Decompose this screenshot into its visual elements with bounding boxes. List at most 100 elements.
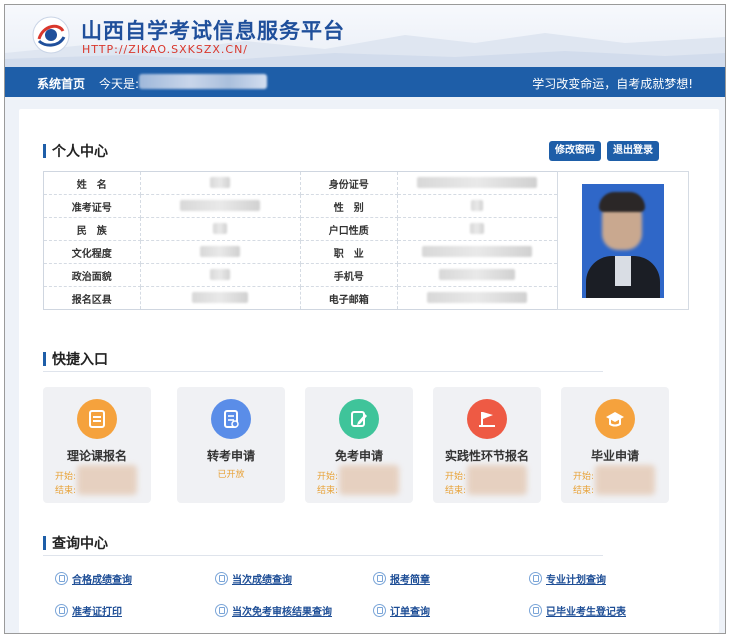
logout-button[interactable]: 退出登录 [607, 141, 659, 161]
shortcut-card-status: 已开放 [217, 470, 245, 480]
query-link-label: 当次成绩查询 [232, 575, 292, 586]
id-number-value-redacted [396, 171, 559, 195]
admission-number-label: 准考证号 [43, 194, 141, 218]
shortcut-card-title: 理论课报名 [66, 449, 127, 463]
query-link-order-query[interactable]: 订单查询 [373, 603, 430, 618]
heading-accent-bar [43, 352, 46, 366]
graduation-cap-icon [595, 399, 635, 439]
shortcut-card-graduation-application[interactable]: 毕业申请 开始: 结束: [561, 387, 669, 503]
query-link-passed-scores[interactable]: 合格成绩查询 [55, 571, 132, 586]
dates-redacted [77, 465, 137, 495]
start-label: 开始: [573, 472, 595, 482]
search-doc-icon [55, 572, 68, 585]
search-doc-icon [373, 572, 386, 585]
shortcut-card-title: 转考申请 [206, 449, 255, 463]
edit-icon [339, 399, 379, 439]
search-doc-icon [373, 604, 386, 617]
shortcuts-heading: 快捷入口 [43, 349, 108, 369]
household-type-value-redacted [396, 217, 559, 241]
query-link-graduate-registration-form[interactable]: 已毕业考生登记表 [529, 603, 626, 618]
shortcut-card-theory-registration[interactable]: 理论课报名 开始: 结束: [43, 387, 151, 503]
top-nav-bar: 系统首页 今天是: 学习改变命运，自考成就梦想! [5, 67, 725, 97]
heading-accent-bar [43, 144, 46, 158]
nav-today-label: 今天是: [99, 77, 140, 91]
dates-redacted [595, 465, 655, 495]
nav-slogan: 学习改变命运，自考成就梦想! [532, 77, 693, 91]
registration-county-value-redacted [139, 286, 302, 310]
site-url[interactable]: HTTP://ZIKAO.SXKSZX.CN/ [82, 43, 248, 56]
query-link-current-scores[interactable]: 当次成绩查询 [215, 571, 292, 586]
name-label: 姓 名 [43, 171, 141, 195]
flag-icon [467, 399, 507, 439]
search-doc-icon [215, 604, 228, 617]
political-status-value-redacted [139, 263, 302, 287]
form-icon [77, 399, 117, 439]
query-link-exam-brochure[interactable]: 报考简章 [373, 571, 430, 586]
end-label: 结束: [573, 486, 595, 496]
start-label: 开始: [55, 472, 77, 482]
query-link-label: 报考简章 [390, 575, 430, 586]
shortcut-card-exemption-application[interactable]: 免考申请 开始: 结束: [305, 387, 413, 503]
personal-center-heading: 个人中心 [43, 141, 108, 161]
query-link-label: 准考证打印 [72, 607, 122, 618]
phone-label: 手机号 [300, 263, 398, 287]
search-doc-icon [215, 572, 228, 585]
student-photo-redacted [582, 183, 665, 298]
photo-cell [557, 171, 689, 310]
shortcut-cards: 理论课报名 开始: 结束: 转考申请 已开放 免考申请 开始: 结束: 实践性环… [43, 387, 693, 503]
shortcut-card-title: 免考申请 [334, 449, 383, 463]
nav-home-link[interactable]: 系统首页 [37, 75, 85, 92]
email-label: 电子邮箱 [300, 286, 398, 310]
start-label: 开始: [317, 472, 339, 482]
section-divider [43, 371, 603, 372]
end-label: 结束: [317, 486, 339, 496]
query-link-label: 订单查询 [390, 607, 430, 618]
shortcuts-heading-text: 快捷入口 [52, 352, 108, 368]
name-value-redacted [139, 171, 302, 195]
change-password-button[interactable]: 修改密码 [549, 141, 601, 161]
occupation-value-redacted [396, 240, 559, 264]
shortcut-card-transfer-application[interactable]: 转考申请 已开放 [177, 387, 285, 503]
search-doc-icon [55, 604, 68, 617]
end-label: 结束: [55, 486, 77, 496]
query-link-label: 合格成绩查询 [72, 575, 132, 586]
education-level-label: 文化程度 [43, 240, 141, 264]
main-content-panel: 个人中心 修改密码 退出登录 姓 名 身份证号 准考证号 性 别 民 族 户口性… [19, 109, 719, 633]
registration-county-label: 报名区县 [43, 286, 141, 310]
query-link-major-plan[interactable]: 专业计划查询 [529, 571, 606, 586]
personal-center-heading-text: 个人中心 [52, 144, 108, 160]
search-doc-icon [529, 572, 542, 585]
shortcut-card-title: 实践性环节报名 [444, 449, 529, 463]
browser-frame: 山西自学考试信息服务平台 HTTP://ZIKAO.SXKSZX.CN/ 系统首… [4, 4, 726, 634]
shortcut-card-title: 毕业申请 [590, 449, 639, 463]
document-icon [211, 399, 251, 439]
gender-value-redacted [396, 194, 559, 218]
site-header: 山西自学考试信息服务平台 HTTP://ZIKAO.SXKSZX.CN/ [5, 5, 725, 67]
ethnicity-label: 民 族 [43, 217, 141, 241]
dates-redacted [339, 465, 399, 495]
heading-accent-bar [43, 536, 46, 550]
dates-redacted [467, 465, 527, 495]
end-label: 结束: [445, 486, 467, 496]
shortcut-card-practical-registration[interactable]: 实践性环节报名 开始: 结束: [433, 387, 541, 503]
phone-value-redacted [396, 263, 559, 287]
nav-date-redacted [139, 74, 267, 89]
query-center-heading-text: 查询中心 [52, 536, 108, 552]
education-level-value-redacted [139, 240, 302, 264]
query-link-admission-ticket-print[interactable]: 准考证打印 [55, 603, 122, 618]
site-logo-icon [32, 16, 70, 54]
political-status-label: 政治面貌 [43, 263, 141, 287]
search-doc-icon [529, 604, 542, 617]
occupation-label: 职 业 [300, 240, 398, 264]
gender-label: 性 别 [300, 194, 398, 218]
query-link-exemption-results[interactable]: 当次免考审核结果查询 [215, 603, 332, 618]
personal-info-table: 姓 名 身份证号 准考证号 性 别 民 族 户口性质 文化程度 职 业 政治面貌… [43, 171, 689, 310]
site-title: 山西自学考试信息服务平台 [81, 19, 345, 43]
table-row: 姓 名 身份证号 [43, 171, 689, 310]
household-type-label: 户口性质 [300, 217, 398, 241]
section-divider [43, 555, 603, 556]
id-number-label: 身份证号 [300, 171, 398, 195]
ethnicity-value-redacted [139, 217, 302, 241]
query-link-label: 已毕业考生登记表 [546, 607, 626, 618]
start-label: 开始: [445, 472, 467, 482]
